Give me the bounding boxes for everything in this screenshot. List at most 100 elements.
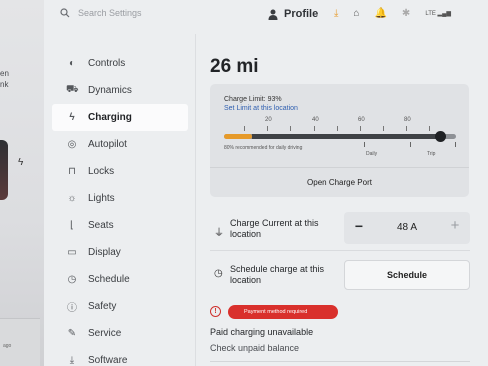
person-icon	[268, 9, 278, 20]
charge-limit-title: Charge Limit: 93%	[224, 96, 282, 103]
schedule-charge-label: Schedule charge at this location	[230, 264, 325, 285]
garage-icon[interactable]: ⌂	[353, 8, 359, 19]
sidebar-item-label: Software	[88, 355, 128, 366]
profile-label: Profile	[284, 8, 319, 20]
tick-mark	[406, 126, 407, 131]
payment-required-badge[interactable]: Payment method required	[228, 305, 338, 319]
paid-charging-status: Paid charging unavailable	[210, 327, 314, 337]
bottom-divider	[210, 361, 470, 362]
set-limit-link[interactable]: Set Limit at this location	[224, 105, 298, 112]
open-charge-port-button[interactable]: Open Charge Port	[210, 168, 469, 197]
tick-mark	[383, 126, 384, 131]
tick-label: 60	[358, 117, 365, 123]
charge-limit-card: Charge Limit: 93% Set Limit at this loca…	[210, 84, 469, 197]
check-unpaid-balance-link[interactable]: Check unpaid balance	[210, 343, 299, 353]
steering-wheel-icon: ◎	[67, 139, 77, 150]
range-readout: 26 mi	[210, 56, 259, 77]
wrench-icon: ✎	[67, 328, 77, 339]
left-text-mid: nk	[0, 80, 9, 89]
settings-panel: Search Settings Profile ⤓ ⌂ 🔔 ✱ LTE ▂▄▆ …	[44, 0, 488, 366]
trip-bracket	[410, 142, 411, 147]
charging-bolt-icon: ϟ	[18, 157, 24, 168]
sidebar-item-label: Dynamics	[88, 85, 132, 96]
sidebar-item-safety[interactable]: ⓘ Safety	[52, 293, 188, 320]
sidebar-item-charging[interactable]: ϟ Charging	[52, 104, 188, 131]
recommendation-text: 80% recommended for daily driving	[224, 145, 303, 151]
bell-icon[interactable]: 🔔	[374, 8, 386, 19]
car-edge	[0, 140, 8, 200]
sidebar-item-controls[interactable]: ◐ Controls	[52, 50, 188, 77]
left-text-top: en	[0, 69, 9, 78]
sidebar-item-schedule[interactable]: ◷ Schedule	[52, 266, 188, 293]
lte-label: LTE	[425, 11, 436, 17]
sidebar-item-label: Charging	[88, 112, 132, 123]
profile-button[interactable]: Profile	[268, 8, 318, 20]
sidebar-item-label: Safety	[88, 301, 117, 312]
sidebar-item-seats[interactable]: ⌊ Seats	[52, 212, 188, 239]
sidebar-item-label: Lights	[88, 193, 115, 204]
tick-mark	[360, 126, 361, 131]
daily-label: Daily	[366, 151, 378, 157]
sidebar-item-label: Service	[88, 328, 122, 339]
lock-icon: ⊓	[68, 166, 76, 177]
toggle-icon: ◐	[68, 58, 76, 69]
end-bracket	[455, 142, 456, 147]
alert-circle-icon: ⓘ	[67, 303, 77, 314]
sidebar-item-label: Autopilot	[88, 139, 127, 150]
charge-tick-labels: 20 40 60 80	[224, 117, 456, 125]
alarm-clock-icon: ◷	[214, 268, 223, 279]
sun-icon: ☼	[67, 193, 77, 204]
bolt-icon: ϟ	[69, 112, 75, 123]
search-icon	[60, 8, 70, 18]
status-icons: ⤓ ⌂ 🔔 ✱ LTE ▂▄▆	[334, 8, 451, 19]
top-bar: Search Settings Profile ⤓ ⌂ 🔔 ✱ LTE ▂▄▆	[44, 0, 488, 32]
sidebar-item-label: Display	[88, 247, 121, 258]
charge-current-label: Charge Current at this location	[230, 218, 319, 239]
charge-limit-slider[interactable]	[224, 131, 456, 142]
sidebar-item-software[interactable]: ⤓ Software	[52, 347, 188, 366]
alarm-clock-icon: ◷	[67, 274, 77, 285]
sidebar-item-label: Schedule	[88, 274, 130, 285]
display-icon: ▭	[67, 247, 77, 258]
tick-mark	[267, 126, 268, 131]
sidebar-item-locks[interactable]: ⊓ Locks	[52, 158, 188, 185]
schedule-button[interactable]: Schedule	[344, 260, 470, 290]
left-ago-text: ago	[3, 343, 12, 349]
charge-plug-icon: ⏚	[214, 228, 224, 239]
download-icon[interactable]: ⤓	[334, 8, 338, 19]
tick-label: 20	[265, 117, 272, 123]
tick-mark	[290, 126, 291, 131]
tick-mark	[337, 126, 338, 131]
car-icon: ⛟	[66, 84, 79, 95]
battery-level-fill	[224, 134, 252, 139]
sidebar-item-display[interactable]: ▭ Display	[52, 239, 188, 266]
download-arrow-icon: ⤓	[69, 355, 75, 366]
settings-sidebar: ◐ Controls ⛟ Dynamics ϟ Charging ◎ Autop…	[52, 50, 188, 366]
left-bottom-card	[0, 318, 40, 366]
charge-limit-handle[interactable]	[434, 131, 446, 142]
sidebar-item-service[interactable]: ✎ Service	[52, 320, 188, 347]
sidebar-item-label: Seats	[88, 220, 114, 231]
tick-label: 40	[312, 117, 319, 123]
sidebar-item-autopilot[interactable]: ◎ Autopilot	[52, 131, 188, 158]
sidebar-item-label: Locks	[88, 166, 115, 177]
trip-label: Trip	[427, 151, 436, 157]
search-input[interactable]: Search Settings	[78, 8, 142, 18]
daily-bracket	[364, 142, 365, 147]
lte-signal-icon: LTE ▂▄▆	[425, 11, 452, 17]
tick-mark	[429, 126, 430, 131]
row-divider	[210, 250, 470, 251]
tick-label: 80	[404, 117, 411, 123]
alert-icon: !	[210, 306, 221, 317]
search-bar[interactable]: Search Settings	[60, 8, 142, 18]
increase-current-button[interactable]: +	[446, 217, 464, 234]
sidebar-item-lights[interactable]: ☼ Lights	[52, 185, 188, 212]
charge-limit-fill	[251, 134, 440, 139]
charge-current-stepper: − 48 A +	[344, 212, 470, 244]
car-view-panel: en nk ϟ ago	[0, 0, 44, 366]
tick-mark	[244, 126, 245, 131]
tick-mark	[314, 126, 315, 131]
seat-icon: ⌊	[70, 220, 74, 231]
bluetooth-icon[interactable]: ✱	[402, 8, 410, 19]
sidebar-item-dynamics[interactable]: ⛟ Dynamics	[52, 77, 188, 104]
